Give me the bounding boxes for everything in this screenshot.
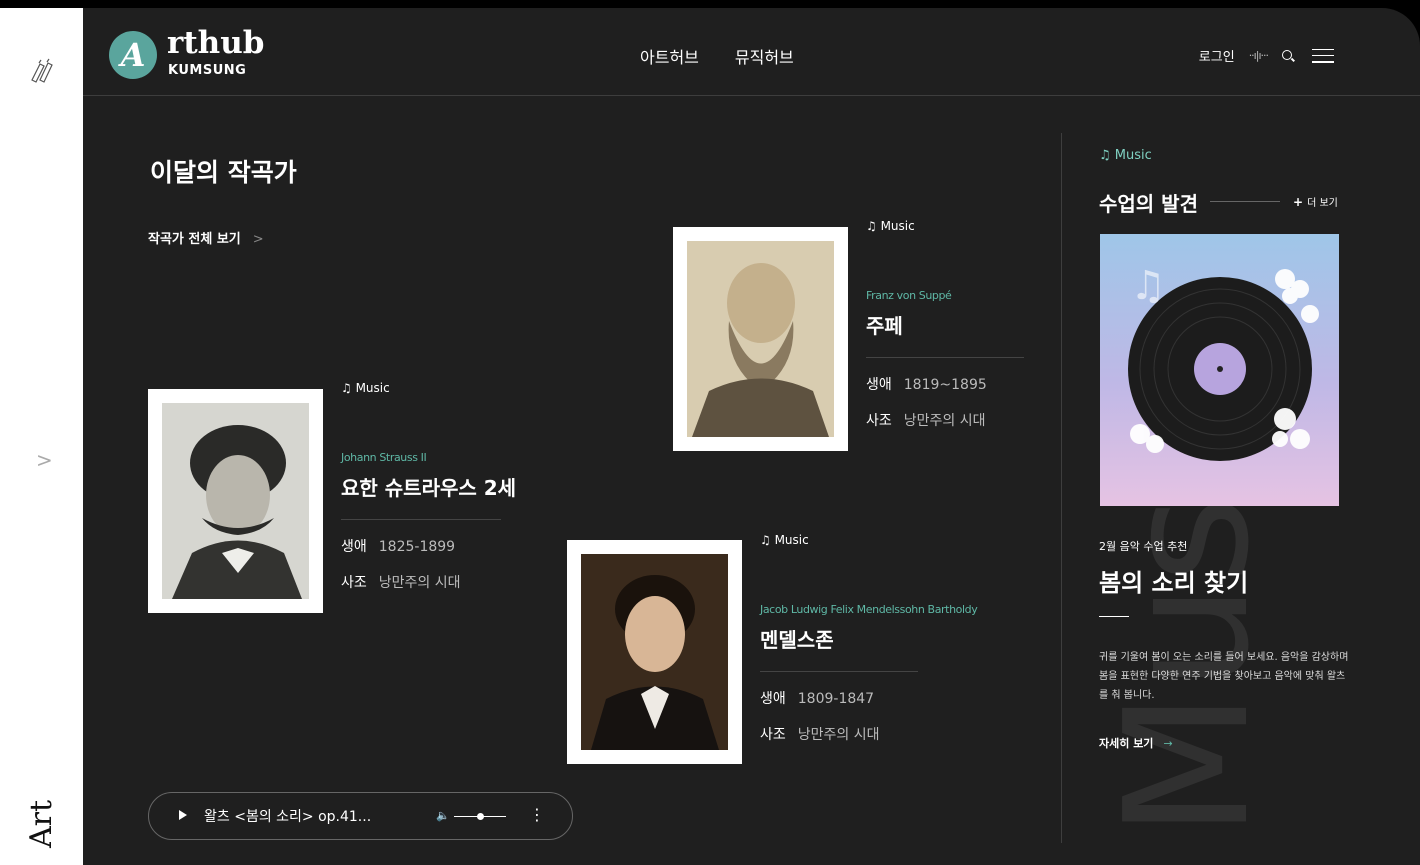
header: A rthub KUMSUNG 아트허브 뮤직허브 로그인 ··ı|ı···	[83, 8, 1420, 96]
composer-kor-name: 멘델스존	[760, 628, 834, 652]
recommend-label: 2월 음악 수업 추천	[1099, 540, 1188, 553]
brand-sub: KUMSUNG	[168, 63, 247, 78]
composer-info: ♫ Music Franz von Suppé 주페 생애 1819~1895 사…	[866, 219, 1024, 430]
divider	[341, 519, 501, 520]
composer-info: ♫ Music Johann Strauss II 요한 슈트라우스 2세 생애…	[341, 381, 517, 592]
logo-icon[interactable]: A	[109, 31, 157, 79]
chevron-right-icon: >	[252, 232, 264, 247]
divider	[866, 357, 1024, 358]
composer-life: 생애 1825-1899	[341, 539, 456, 555]
svg-text:♫: ♫	[1130, 263, 1166, 309]
search-icon[interactable]	[1282, 49, 1294, 62]
play-icon[interactable]	[179, 810, 187, 820]
more-options-icon[interactable]: ⋮	[529, 805, 545, 824]
plus-icon: +	[1293, 195, 1304, 209]
all-composers-link[interactable]: 작곡가 전체 보기 >	[148, 228, 264, 247]
volume-knob[interactable]	[477, 813, 484, 820]
left-rail: > Art	[0, 8, 83, 865]
composer-life: 생애 1819~1895	[866, 377, 987, 393]
track-title: 왈츠 <봄의 소리> op.41...	[204, 809, 372, 825]
side-title-line	[1210, 201, 1280, 202]
sound-wave-icon[interactable]: ··ı|ı···	[1249, 49, 1269, 62]
recommend-title: 봄의 소리 찾기	[1099, 569, 1249, 597]
audio-player: 왈츠 <봄의 소리> op.41... 🔈 ⋮	[148, 792, 573, 840]
more-link[interactable]: + 더 보기	[1293, 194, 1338, 209]
composer-era: 사조 낭만주의 시대	[760, 727, 880, 743]
music-tag: ♫ Music	[341, 381, 390, 395]
lesson-thumbnail[interactable]: ♫	[1100, 234, 1339, 506]
brand-name[interactable]: rthub	[167, 26, 264, 60]
music-tag: ♫ Music	[866, 219, 915, 233]
section-title: 이달의 작곡가	[150, 158, 297, 187]
composer-eng-name: Jacob Ludwig Felix Mendelssohn Bartholdy	[760, 603, 978, 616]
composer-portrait-frame	[567, 540, 742, 764]
composer-portrait	[162, 403, 309, 599]
composer-eng-name: Franz von Suppé	[866, 289, 952, 302]
volume-slider[interactable]	[454, 813, 506, 820]
recommend-description: 귀를 기울여 봄이 오는 소리를 들어 보세요. 음악을 감상하며 봄을 표현한…	[1099, 652, 1349, 701]
main-panel: A rthub KUMSUNG 아트허브 뮤직허브 로그인 ··ı|ı··· 이…	[83, 8, 1420, 865]
divider	[760, 671, 918, 672]
composer-kor-name: 요한 슈트라우스 2세	[341, 476, 517, 500]
music-tag: ♫ Music	[760, 533, 809, 547]
composer-kor-name: 주페	[866, 314, 903, 338]
composer-life: 생애 1809-1847	[760, 691, 875, 707]
rail-art-label: Art	[24, 799, 59, 848]
arrow-right-icon: →	[1163, 737, 1173, 750]
detail-link[interactable]: 자세히 보기 →	[1099, 735, 1173, 751]
login-link[interactable]: 로그인	[1199, 46, 1235, 65]
main-nav: 아트허브 뮤직허브	[640, 44, 794, 68]
all-composers-label: 작곡가 전체 보기	[148, 232, 241, 247]
vinyl-record-icon: ♫	[1128, 263, 1319, 461]
nav-item-musichub[interactable]: 뮤직허브	[735, 44, 794, 68]
nav-item-arthub[interactable]: 아트허브	[640, 44, 699, 68]
header-utils: 로그인 ··ı|ı···	[1199, 46, 1334, 65]
next-arrow-icon[interactable]: >	[36, 448, 53, 472]
composer-portrait-frame	[148, 389, 323, 613]
composer-portrait	[581, 554, 728, 750]
composer-eng-name: Johann Strauss II	[341, 451, 427, 464]
paint-tubes-icon	[31, 58, 53, 83]
volume-icon[interactable]: 🔈	[436, 809, 450, 822]
recommend-bar	[1099, 616, 1129, 617]
side-title: 수업의 발견	[1099, 192, 1198, 216]
vertical-divider	[1061, 133, 1062, 843]
composer-info: ♫ Music Jacob Ludwig Felix Mendelssohn B…	[760, 533, 1000, 744]
composer-portrait	[687, 241, 834, 437]
composer-era: 사조 낭만주의 시대	[341, 575, 461, 591]
menu-icon[interactable]	[1312, 48, 1334, 63]
side-music-tag: ♫ Music	[1099, 148, 1152, 163]
composer-portrait-frame	[673, 227, 848, 451]
composer-era: 사조 낭만주의 시대	[866, 413, 986, 429]
